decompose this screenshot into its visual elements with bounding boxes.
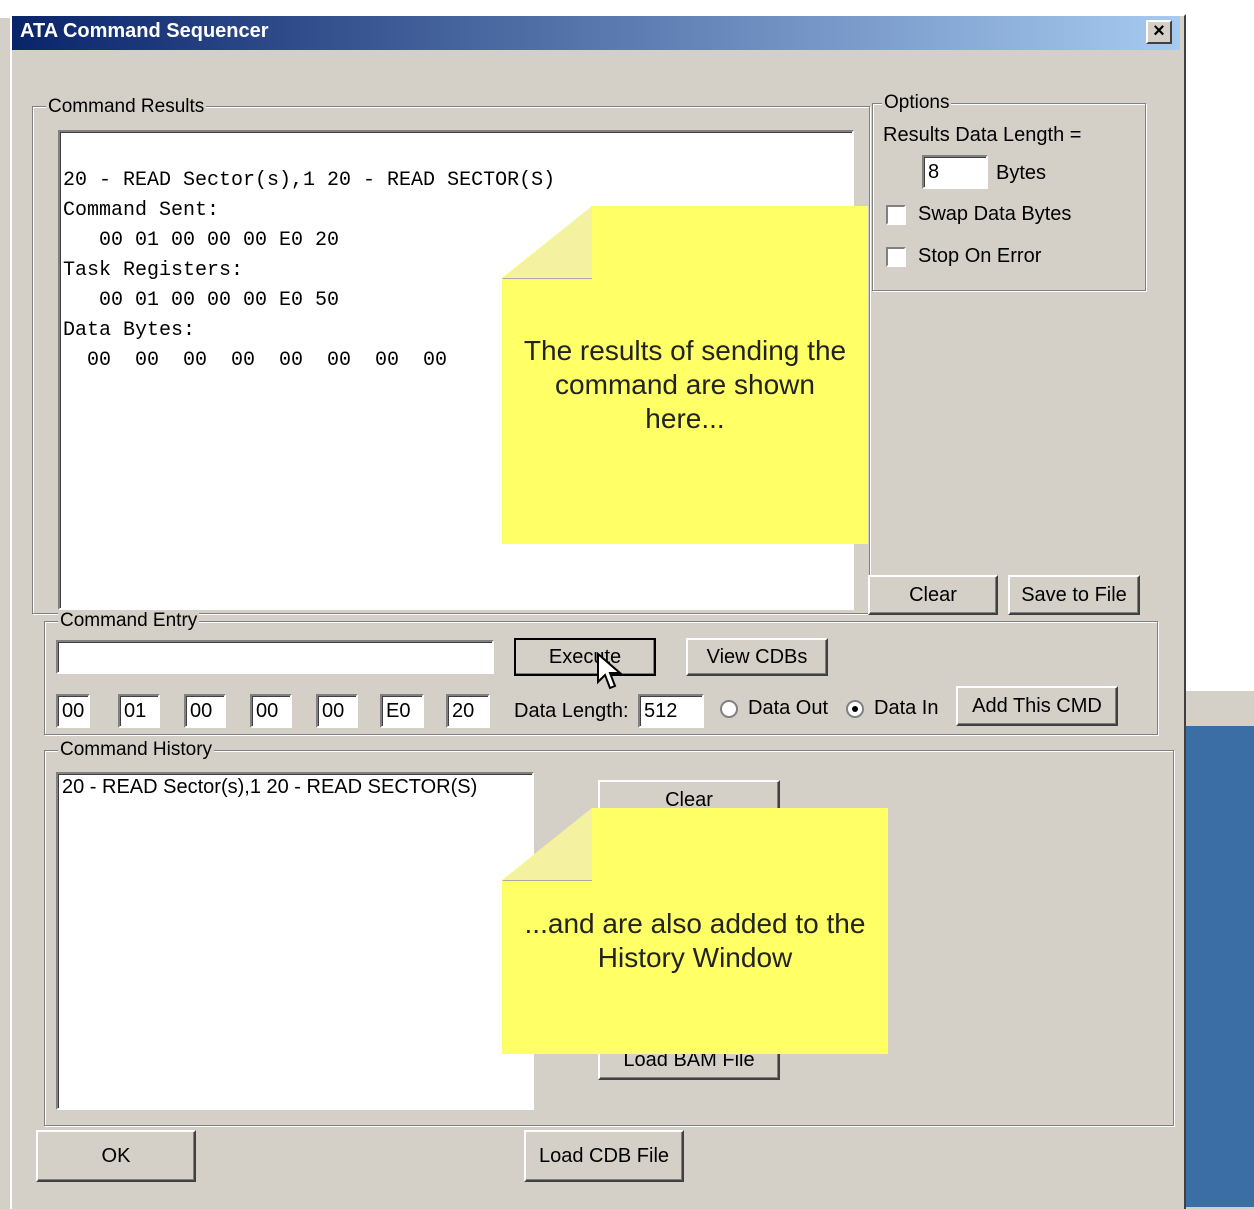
history-item[interactable]: 20 - READ Sector(s),1 20 - READ SECTOR(S… — [62, 776, 532, 799]
background-window-area — [1184, 18, 1254, 690]
swap-data-bytes-label: Swap Data Bytes — [918, 203, 1072, 225]
data-in-label: Data In — [874, 697, 939, 719]
data-length-field[interactable]: 512 — [638, 694, 704, 728]
view-cdbs-button[interactable]: View CDBs — [686, 638, 828, 676]
close-button[interactable]: × — [1146, 20, 1172, 44]
window-title: ATA Command Sequencer — [20, 20, 269, 42]
results-data-length-label: Results Data Length = — [883, 124, 1082, 146]
save-to-file-button[interactable]: Save to File — [1008, 575, 1140, 615]
close-icon: × — [1153, 20, 1165, 42]
register-field-4[interactable]: 00 — [316, 694, 358, 728]
stop-on-error-checkbox[interactable] — [886, 247, 906, 267]
mouse-cursor-icon — [596, 651, 623, 698]
results-clear-button[interactable]: Clear — [868, 575, 998, 615]
data-out-radio[interactable] — [720, 700, 738, 718]
register-field-6[interactable]: 20 — [446, 694, 490, 728]
command-results-legend: Command Results — [46, 96, 207, 118]
ok-button[interactable]: OK — [36, 1130, 196, 1182]
command-history-legend: Command History — [58, 739, 215, 761]
register-field-5[interactable]: E0 — [380, 694, 424, 728]
execute-button[interactable]: Execute — [514, 638, 656, 676]
command-input[interactable] — [56, 640, 494, 674]
stop-on-error-label: Stop On Error — [918, 245, 1042, 267]
command-history-list[interactable]: 20 - READ Sector(s),1 20 - READ SECTOR(S… — [56, 772, 534, 1110]
data-in-radio[interactable] — [846, 700, 864, 718]
register-field-0[interactable]: 00 — [56, 694, 90, 728]
register-field-2[interactable]: 00 — [184, 694, 226, 728]
results-line: 20 - READ Sector(s),1 20 - READ SECTOR(S… — [63, 169, 556, 192]
bytes-label: Bytes — [996, 162, 1047, 184]
swap-data-bytes-checkbox[interactable] — [886, 205, 906, 225]
history-callout-text: ...and are also added to the History Win… — [524, 908, 866, 973]
register-field-3[interactable]: 00 — [250, 694, 292, 728]
options-legend: Options — [882, 92, 952, 114]
data-length-label: Data Length: — [514, 700, 629, 722]
load-cdb-file-button[interactable]: Load CDB File — [524, 1130, 684, 1182]
background-taskbar-band — [1184, 690, 1254, 728]
register-field-1[interactable]: 01 — [118, 694, 160, 728]
data-out-label: Data Out — [748, 697, 829, 719]
desktop-background — [1184, 726, 1254, 1207]
results-callout-text: The results of sending the command are s… — [523, 335, 847, 434]
add-this-cmd-button[interactable]: Add This CMD — [956, 686, 1118, 726]
command-entry-legend: Command Entry — [58, 610, 200, 632]
results-data-length-field[interactable]: 8 — [922, 155, 988, 189]
